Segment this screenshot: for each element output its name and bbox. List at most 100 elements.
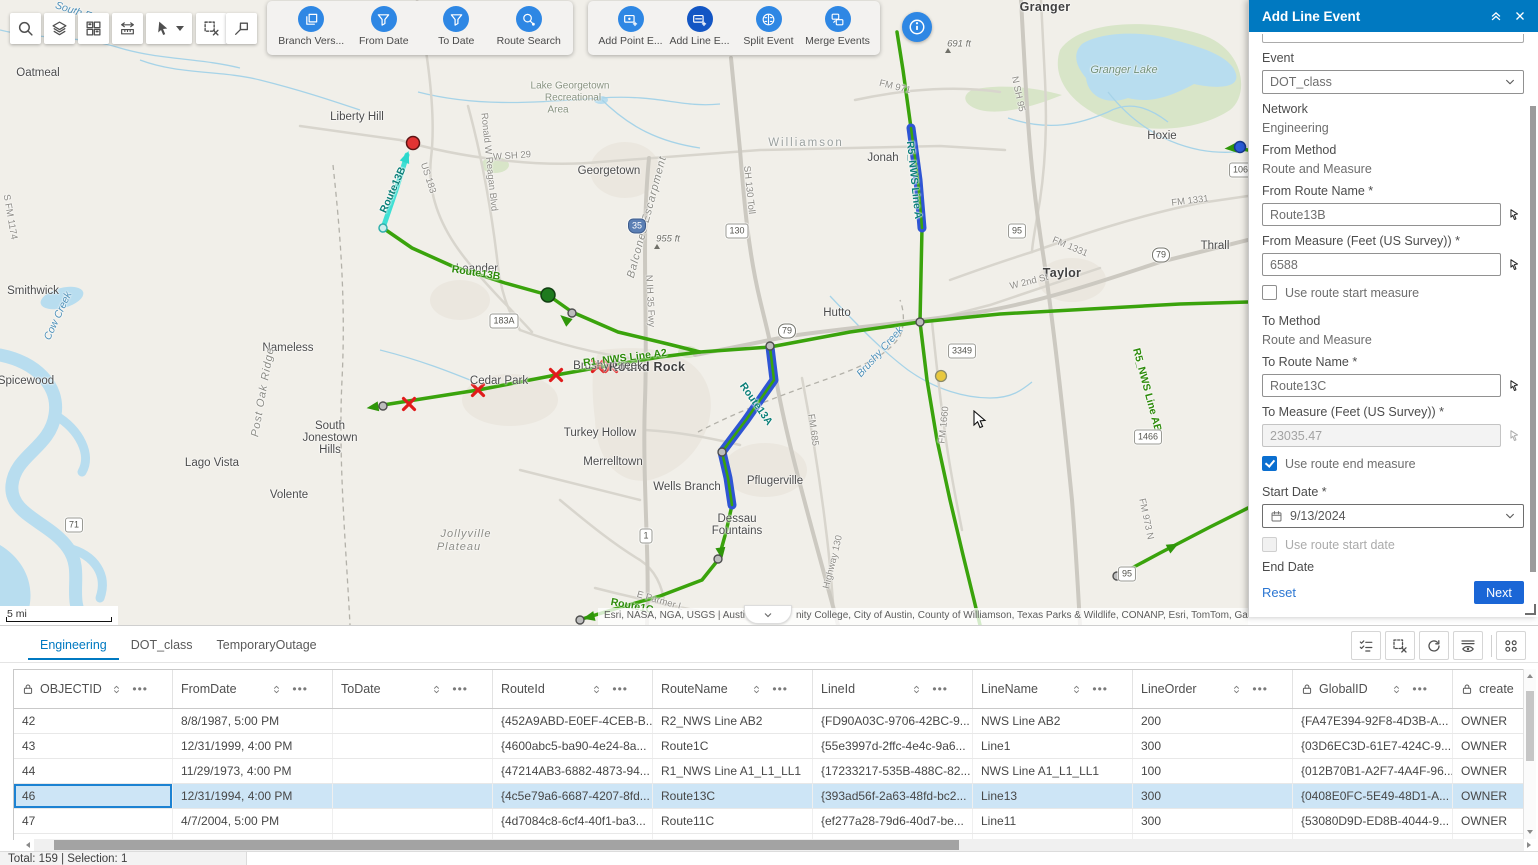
map-tool-measure[interactable] bbox=[112, 13, 143, 44]
column-menu-button[interactable]: ••• bbox=[932, 682, 948, 696]
table-cell[interactable] bbox=[333, 784, 493, 808]
map-tool-basemap-grid[interactable] bbox=[78, 13, 109, 44]
table-cell[interactable]: 8/8/1987, 5:00 PM bbox=[173, 709, 333, 733]
merge-events-button[interactable]: Merge Events bbox=[803, 6, 872, 47]
table-cell[interactable]: 200 bbox=[1133, 709, 1293, 733]
table-cell[interactable]: 44 bbox=[14, 759, 173, 783]
sort-icon[interactable] bbox=[591, 684, 602, 695]
column-header-linename[interactable]: LineName••• bbox=[973, 670, 1133, 708]
table-cell[interactable]: 300 bbox=[1133, 784, 1293, 808]
column-header-objectid[interactable]: OBJECTID••• bbox=[14, 670, 173, 708]
table-cell[interactable]: {4d7084c8-6cf4-40f1-ba3... bbox=[493, 809, 653, 833]
table-cell[interactable]: Route13C bbox=[653, 784, 813, 808]
column-menu-button[interactable]: ••• bbox=[132, 682, 148, 696]
select-on-map-button[interactable] bbox=[1504, 376, 1524, 396]
add-point-event-button[interactable]: Add Point E... bbox=[596, 6, 665, 47]
sort-icon[interactable] bbox=[271, 684, 282, 695]
table-tool-refresh[interactable] bbox=[1419, 631, 1449, 660]
panel-scrollbar[interactable] bbox=[1530, 40, 1536, 600]
table-cell[interactable]: Route11C bbox=[653, 809, 813, 833]
sort-icon[interactable] bbox=[1231, 684, 1242, 695]
table-cell[interactable]: {FA47E394-92F8-4D3B-A... bbox=[1293, 709, 1453, 733]
table-cell[interactable]: 100 bbox=[1133, 759, 1293, 783]
reset-link[interactable]: Reset bbox=[1262, 585, 1296, 600]
checkbox[interactable] bbox=[1262, 537, 1277, 552]
table-cell[interactable]: 42 bbox=[14, 709, 173, 733]
table-cell[interactable]: OWNER bbox=[1453, 709, 1523, 733]
info-button[interactable] bbox=[902, 12, 932, 42]
filter-button[interactable]: From Date bbox=[348, 6, 421, 47]
text-input[interactable]: 23035.47 bbox=[1262, 424, 1501, 447]
add-line-event-button[interactable]: Add Line E... bbox=[665, 6, 734, 47]
branch-versions-button[interactable]: Branch Vers... bbox=[275, 6, 348, 47]
table-cell[interactable] bbox=[333, 809, 493, 833]
sort-icon[interactable] bbox=[111, 684, 122, 695]
scroll-down-arrow[interactable] bbox=[1527, 830, 1533, 834]
table-tool-clear-selection[interactable] bbox=[1385, 631, 1415, 660]
table-cell[interactable]: NWS Line A1_L1_LL1 bbox=[973, 759, 1133, 783]
route-search-button[interactable]: Route Search bbox=[493, 6, 566, 47]
table-tool-checklist[interactable] bbox=[1351, 631, 1381, 660]
sort-icon[interactable] bbox=[751, 684, 762, 695]
table-cell[interactable]: {0408E0FC-5E49-48D1-A... bbox=[1293, 784, 1453, 808]
select-on-map-button[interactable] bbox=[1504, 255, 1524, 275]
table-cell[interactable]: Line11 bbox=[973, 809, 1133, 833]
table-cell[interactable]: NWS Line AB2 bbox=[973, 709, 1133, 733]
checkbox[interactable] bbox=[1262, 456, 1277, 471]
text-input[interactable]: Route13B bbox=[1262, 203, 1501, 226]
table-vertical-scrollbar[interactable] bbox=[1523, 669, 1536, 839]
sort-icon[interactable] bbox=[1071, 684, 1082, 695]
table-tool-eye-fields[interactable] bbox=[1453, 631, 1483, 660]
table-cell[interactable]: 46 bbox=[14, 784, 173, 808]
table-row[interactable]: 4411/29/1973, 4:00 PM {47214AB3-6882-4873… bbox=[14, 759, 1523, 784]
sort-icon[interactable] bbox=[911, 684, 922, 695]
map-tool-clear-selection[interactable] bbox=[196, 13, 227, 44]
tab-engineering[interactable]: Engineering bbox=[28, 632, 119, 660]
table-cell[interactable]: OWNER bbox=[1453, 809, 1523, 833]
table-tool-dots-grid[interactable] bbox=[1496, 631, 1526, 660]
column-header-routename[interactable]: RouteName••• bbox=[653, 670, 813, 708]
event-select[interactable]: DOT_class bbox=[1262, 70, 1524, 94]
panel-scrollbar-thumb[interactable] bbox=[1530, 106, 1536, 572]
scroll-left-arrow[interactable] bbox=[26, 842, 30, 848]
table-cell[interactable]: 11/29/1973, 4:00 PM bbox=[173, 759, 333, 783]
table-cell[interactable]: {FD90A03C-9706-42BC-9... bbox=[813, 709, 973, 733]
table-cell[interactable] bbox=[333, 759, 493, 783]
table-cell[interactable]: {03D6EC3D-61E7-424C-9... bbox=[1293, 734, 1453, 758]
scroll-up-arrow[interactable] bbox=[1527, 674, 1533, 678]
table-horizontal-scrollbar[interactable] bbox=[34, 839, 1524, 851]
table-cell[interactable]: Route1C bbox=[653, 734, 813, 758]
table-cell[interactable]: {55e3997d-2ffc-4e4c-9a6... bbox=[813, 734, 973, 758]
table-hscroll-thumb[interactable] bbox=[54, 840, 959, 850]
column-menu-button[interactable]: ••• bbox=[452, 682, 468, 696]
table-cell[interactable]: {47214AB3-6882-4873-94... bbox=[493, 759, 653, 783]
table-cell[interactable]: 12/31/1999, 4:00 PM bbox=[173, 734, 333, 758]
text-input[interactable]: Route13C bbox=[1262, 374, 1501, 397]
filter-button[interactable]: To Date bbox=[420, 6, 493, 47]
table-cell[interactable]: R2_NWS Line AB2 bbox=[653, 709, 813, 733]
table-row[interactable]: 428/8/1987, 5:00 PM{452A9ABD-E0EF-4CEB-B… bbox=[14, 709, 1523, 734]
checkbox[interactable] bbox=[1262, 285, 1277, 300]
sort-icon[interactable] bbox=[1391, 684, 1402, 695]
column-header-lineorder[interactable]: LineOrder••• bbox=[1133, 670, 1293, 708]
table-cell[interactable]: 4/7/2004, 5:00 PM bbox=[173, 809, 333, 833]
tab-dot_class[interactable]: DOT_class bbox=[119, 632, 205, 660]
table-cell[interactable]: 300 bbox=[1133, 809, 1293, 833]
attribution-collapse-button[interactable] bbox=[744, 605, 792, 624]
table-cell[interactable]: OWNER bbox=[1453, 784, 1523, 808]
column-menu-button[interactable]: ••• bbox=[292, 682, 308, 696]
column-menu-button[interactable]: ••• bbox=[1412, 682, 1428, 696]
scroll-right-arrow[interactable] bbox=[1527, 842, 1531, 848]
table-cell[interactable]: 300 bbox=[1133, 734, 1293, 758]
column-header-fromdate[interactable]: FromDate••• bbox=[173, 670, 333, 708]
tab-temporaryoutage[interactable]: TemporaryOutage bbox=[205, 632, 329, 660]
table-cell[interactable]: {4600abc5-ba90-4e24-8a... bbox=[493, 734, 653, 758]
column-menu-button[interactable]: ••• bbox=[772, 682, 788, 696]
column-header-globalid[interactable]: GlobalID••• bbox=[1293, 670, 1453, 708]
column-header-routeid[interactable]: RouteId••• bbox=[493, 670, 653, 708]
map-tool-search[interactable] bbox=[10, 13, 41, 44]
table-cell[interactable]: 43 bbox=[14, 734, 173, 758]
column-menu-button[interactable]: ••• bbox=[1252, 682, 1268, 696]
select-on-map-button[interactable] bbox=[1504, 426, 1524, 446]
table-cell[interactable]: {4c5e79a6-6687-4207-8fd... bbox=[493, 784, 653, 808]
